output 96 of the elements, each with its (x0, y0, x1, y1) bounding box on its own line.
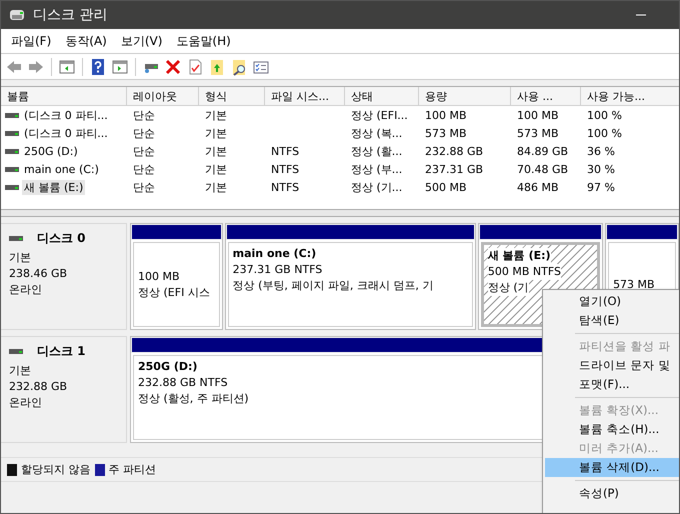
partition-detail: 500 MB NTFS (488, 264, 561, 280)
table-cell-text: 100 MB (424, 108, 468, 122)
app-icon (9, 8, 25, 22)
disk-name: 디스크 1 (37, 342, 86, 360)
disk-status: 온라인 (9, 395, 43, 410)
column-header[interactable]: 용량 (419, 87, 511, 106)
partition-detail: 정상 (부팅, 페이지 파일, 크래시 덤프, 기 (232, 278, 434, 294)
table-cell-text: 70.48 GB (516, 162, 570, 176)
table-cell-text: 기본 (204, 108, 228, 122)
column-header[interactable]: 사용 가능... (581, 87, 679, 106)
table-cell-text: (디스크 0 파티... (23, 108, 109, 122)
table-cell-text: 100 MB (516, 108, 560, 122)
partition-block[interactable]: main one (C:) 237.31 GB NTFS 정상 (부팅, 페이지 파일, 크래시 덤프, 기 (228, 242, 473, 327)
menu-item[interactable]: 파일(F) (5, 32, 58, 50)
context-menu-item[interactable]: 볼륨 축소(H)... (545, 420, 679, 439)
partition-detail: 237.31 GB NTFS (232, 262, 322, 278)
table-cell-text: 97 % (586, 180, 616, 194)
table-cell-text: 36 % (586, 144, 616, 158)
table-cell-text: 100 % (586, 108, 623, 122)
table-cell-text: 573 MB (424, 126, 468, 140)
disk-status: 온라인 (9, 282, 43, 297)
help-icon[interactable] (89, 58, 107, 76)
partition-detail: 100 MB (138, 268, 180, 284)
action-pane-icon[interactable] (111, 58, 129, 76)
menu-item[interactable]: 도움말(H) (170, 32, 237, 50)
disk-name: 디스크 0 (37, 230, 86, 246)
table-cell-text: 기본 (204, 180, 228, 194)
partition-detail: 정상 (활성, 주 파티션) (138, 391, 249, 407)
window-title: 디스크 관리 (33, 6, 108, 24)
drive-icon (9, 234, 23, 242)
table-cell-text: 기본 (204, 162, 228, 176)
table-cell-text: 정상 (기... (350, 180, 404, 194)
menu-item[interactable]: 보기(V) (114, 32, 168, 50)
column-header[interactable]: 레이아웃 (127, 87, 199, 106)
legend-label: 할당되지 않음 (21, 462, 90, 477)
table-cell-text: main one (C:) (23, 162, 100, 176)
disk-info-panel[interactable]: 디스크 1 기본 232.88 GB 온라인 (1, 336, 127, 443)
table-cell-text: 기본 (204, 144, 228, 158)
table-cell-text: 단순 (132, 108, 156, 122)
table-cell-text: 573 MB (516, 126, 560, 140)
table-cell-text: 기본 (204, 126, 228, 140)
drive-icon (5, 112, 19, 118)
disk-size: 232.88 GB (9, 380, 68, 393)
partition-block[interactable]: 100 MB 정상 (EFI 시스 (133, 242, 220, 327)
partition-detail: 232.88 GB NTFS (138, 375, 228, 391)
disk-info-panel[interactable]: 디스크 0 기본 238.46 GB 온라인 (1, 223, 127, 330)
up-folder-icon[interactable] (208, 58, 226, 76)
table-cell-text: 단순 (132, 162, 156, 176)
drive-icon (5, 184, 19, 190)
table-cell-text: 단순 (132, 126, 156, 140)
drive-icon (9, 348, 23, 354)
partition-detail: 정상 (EFI 시스 (138, 284, 210, 300)
table-cell-text: NTFS (270, 162, 300, 176)
column-header[interactable]: 상태 (345, 87, 419, 106)
table-cell-text: 486 MB (516, 180, 560, 194)
context-menu-item[interactable]: 속성(P) (545, 484, 679, 503)
table-cell-text: 500 MB (424, 180, 468, 194)
table-cell-text: 100 % (586, 126, 623, 140)
drive-icon (5, 130, 19, 136)
partition-detail: 573 MB (613, 276, 655, 292)
menu-item[interactable]: 동작(A) (59, 32, 113, 50)
search-icon[interactable] (230, 58, 248, 76)
context-menu-item[interactable]: 포맷(F)... (545, 375, 679, 394)
table-cell-text: 232.88 GB (424, 144, 484, 158)
table-cell-text: 237.31 GB (424, 162, 484, 176)
table-cell-text: 단순 (132, 180, 156, 194)
table-cell-text: 250G (D:) (23, 144, 79, 158)
column-header[interactable]: 볼륨 (1, 87, 127, 106)
table-cell-text: 정상 (EFI... (350, 108, 409, 122)
drive-icon (5, 148, 19, 154)
column-header[interactable]: 파일 시스... (265, 87, 345, 106)
table-cell-text: 정상 (부... (350, 162, 404, 176)
partition-name: 250G (D:) (138, 359, 198, 375)
table-cell: 새 볼륨 (E:) (22, 180, 86, 194)
table-cell-text: 정상 (활... (350, 144, 404, 158)
table-cell-text: 84.89 GB (516, 144, 570, 158)
table-cell-text: NTFS (270, 144, 300, 158)
drive-icon (5, 166, 19, 172)
column-header[interactable]: 사용 ... (511, 87, 581, 106)
disk-size: 238.46 GB (9, 267, 68, 280)
table-cell-text: NTFS (270, 180, 300, 194)
column-header[interactable]: 형식 (199, 87, 265, 106)
table-cell-text: 단순 (132, 144, 156, 158)
partition-name: main one (C:) (232, 246, 316, 262)
partition-name: 새 볼륨 (E:) (488, 248, 551, 264)
delete-icon[interactable] (164, 58, 182, 76)
context-menu-item[interactable]: 드라이브 문자 및 (545, 356, 679, 375)
table-cell-text: 정상 (복... (350, 126, 404, 140)
console-tree-icon[interactable] (58, 58, 76, 76)
table-cell-text: (디스크 0 파티... (23, 126, 109, 140)
disk-type: 기본 (9, 250, 32, 265)
disk-type: 기본 (9, 363, 32, 378)
legend-label: 주 파티션 (108, 462, 156, 477)
partition-detail: 정상 (기 (488, 280, 529, 296)
context-menu-item[interactable]: 볼륨 삭제(D)... (545, 458, 679, 477)
table-cell-text: 30 % (586, 162, 616, 176)
